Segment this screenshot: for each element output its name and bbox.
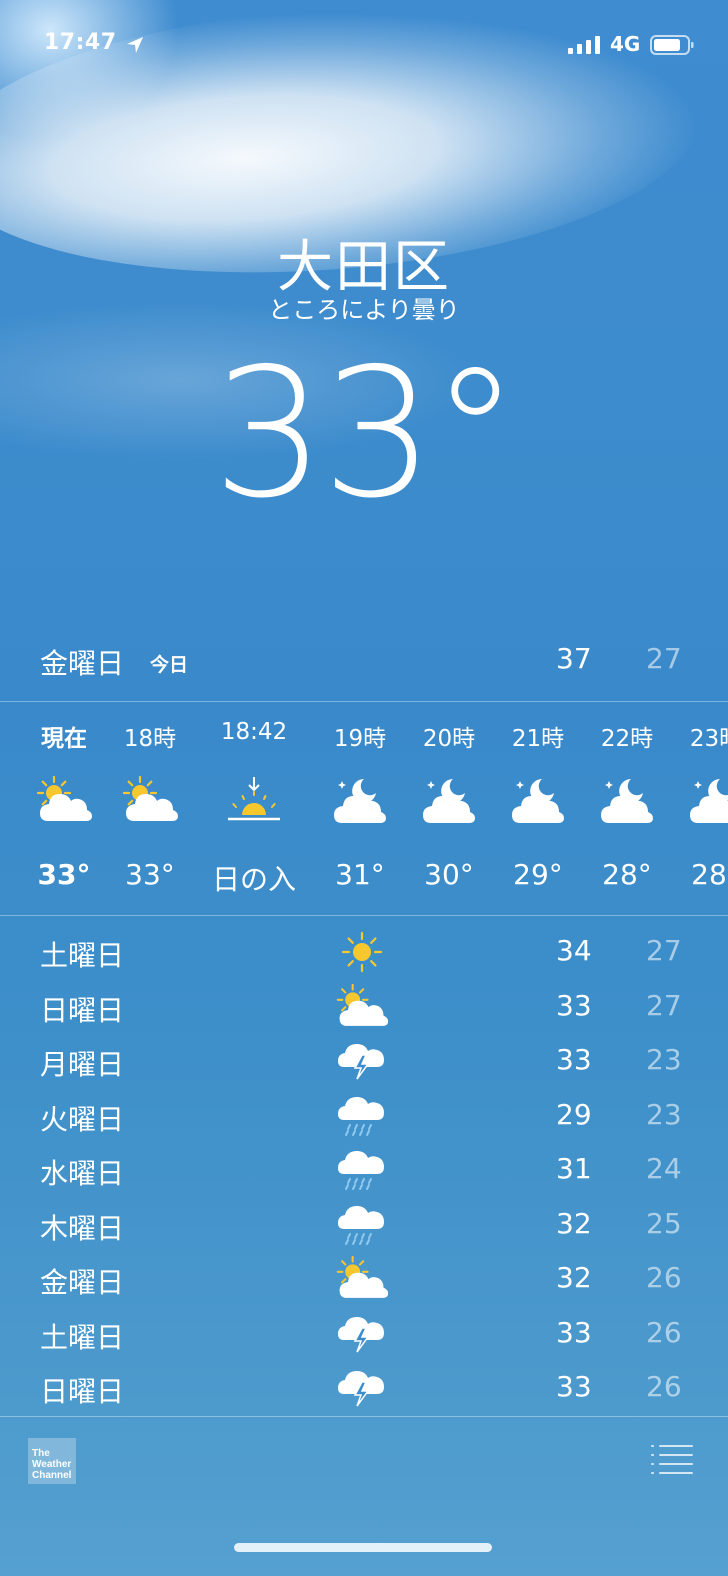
weather-channel-logo[interactable]: The Weather Channel	[28, 1438, 76, 1484]
current-temperature: 33°	[212, 330, 520, 537]
hourly-time: 18:42	[220, 719, 288, 745]
daily-low: 26	[646, 1315, 682, 1349]
rain-icon	[334, 1146, 390, 1194]
home-indicator[interactable]	[234, 1543, 492, 1552]
daily-low: 25	[646, 1206, 682, 1240]
daily-row: 日曜日 33 27	[0, 981, 728, 1036]
rain-icon	[334, 1201, 390, 1249]
moon-cloud-icon	[686, 775, 728, 827]
daily-low: 27	[646, 988, 682, 1022]
hourly-temp: 33°	[37, 858, 91, 891]
daily-high: 32	[556, 1261, 592, 1294]
daily-low: 24	[646, 1152, 682, 1185]
hourly-item: 現在 33°	[14, 703, 114, 913]
hourly-item: 18:42 日の入	[204, 703, 304, 913]
daily-high: 31	[556, 1152, 592, 1185]
hourly-time: 19時	[333, 726, 387, 752]
daily-high: 29	[556, 1097, 592, 1131]
network-type: 4G	[610, 32, 641, 56]
hourly-temp: 31°	[335, 858, 385, 891]
location-arrow-icon	[127, 37, 143, 53]
daily-day: 日曜日	[40, 993, 125, 1027]
sunset-icon	[224, 775, 284, 827]
daily-low: 23	[646, 1043, 682, 1076]
daily-day: 土曜日	[40, 939, 125, 972]
daily-day: 月曜日	[40, 1048, 125, 1081]
sun-cloud-icon	[334, 1255, 390, 1303]
battery-icon	[650, 35, 694, 55]
hourly-temp: 28°	[602, 858, 652, 891]
daily-day: 金曜日	[40, 1266, 125, 1299]
sun-cloud-icon	[34, 775, 94, 827]
hourly-time: 20時	[422, 726, 476, 752]
daily-low: 23	[646, 1097, 682, 1131]
daily-high: 33	[556, 988, 592, 1022]
daily-high: 34	[556, 934, 592, 967]
thunderstorm-icon	[334, 1037, 390, 1085]
hourly-time: 23時	[689, 726, 728, 752]
thunderstorm-icon	[334, 1310, 390, 1358]
condition-text: ところにより曇り	[268, 296, 460, 324]
today-badge: 今日	[150, 654, 189, 676]
hourly-time: 現在	[41, 726, 87, 752]
today-high: 37	[556, 642, 592, 675]
daily-row: 土曜日 34 27	[0, 926, 728, 981]
thunderstorm-icon	[334, 1364, 390, 1412]
daily-row: 水曜日 31 24	[0, 1144, 728, 1199]
daily-day: 木曜日	[40, 1211, 125, 1245]
moon-cloud-icon	[419, 775, 479, 827]
daily-row: 火曜日 29 23	[0, 1090, 728, 1145]
divider	[0, 915, 728, 916]
daily-high: 33	[556, 1043, 592, 1076]
signal-icon	[568, 36, 600, 54]
daily-day: 水曜日	[40, 1157, 125, 1190]
divider	[0, 701, 728, 702]
daily-row: 日曜日 33 26	[0, 1362, 728, 1417]
hourly-forecast[interactable]: 現在 33° 18時 33° 18:42 日の入 19時 31° 20時 30° 21時 29° 22時…	[0, 703, 728, 913]
rain-icon	[334, 1092, 390, 1140]
daily-low: 26	[646, 1370, 682, 1403]
hourly-time: 21時	[511, 726, 565, 752]
moon-cloud-icon	[508, 775, 568, 827]
hourly-item: 23時 28°	[666, 703, 728, 913]
divider	[0, 1416, 728, 1417]
today-low: 27	[646, 642, 682, 675]
daily-day: 日曜日	[40, 1375, 125, 1408]
hourly-temp: 日の入	[211, 863, 296, 896]
today-row: 金曜日 今日 37 27	[0, 640, 728, 680]
hourly-item: 21時 29°	[488, 703, 588, 913]
moon-cloud-icon	[330, 775, 390, 827]
daily-row: 木曜日 32 25	[0, 1199, 728, 1254]
hourly-item: 19時 31°	[310, 703, 410, 913]
hourly-item: 20時 30°	[399, 703, 499, 913]
daily-day: 火曜日	[40, 1102, 125, 1136]
hourly-time: 22時	[600, 726, 654, 752]
daily-row: 土曜日 33 26	[0, 1308, 728, 1363]
hourly-item: 22時 28°	[577, 703, 677, 913]
daily-day: 土曜日	[40, 1320, 125, 1354]
daily-high: 32	[556, 1206, 592, 1240]
daily-high: 33	[556, 1315, 592, 1349]
hourly-temp: 30°	[424, 858, 474, 891]
hourly-temp: 29°	[513, 858, 563, 891]
daily-low: 27	[646, 934, 682, 967]
moon-cloud-icon	[597, 775, 657, 827]
daily-low: 26	[646, 1261, 682, 1294]
today-day: 金曜日	[40, 647, 125, 680]
status-time: 17:47	[44, 30, 117, 55]
hourly-temp: 28°	[691, 858, 728, 891]
daily-row: 月曜日 33 23	[0, 1035, 728, 1090]
sun-cloud-icon	[120, 775, 180, 827]
daily-row: 金曜日 32 26	[0, 1253, 728, 1308]
hourly-time: 18時	[123, 726, 177, 752]
daily-forecast[interactable]: 土曜日 34 27 日曜日 33 27 月曜日 33 23 火曜日 29 23 水曜日 31 24 木曜日 32…	[0, 926, 728, 1417]
sun-icon	[334, 928, 390, 976]
status-bar: 17:47 4G	[0, 28, 728, 64]
sun-cloud-icon	[334, 983, 390, 1031]
footer: The Weather Channel	[0, 1418, 728, 1518]
hourly-temp: 33°	[125, 858, 175, 891]
daily-high: 33	[556, 1370, 592, 1403]
hourly-item: 18時 33°	[100, 703, 200, 913]
city-list-icon[interactable]	[648, 1442, 696, 1478]
